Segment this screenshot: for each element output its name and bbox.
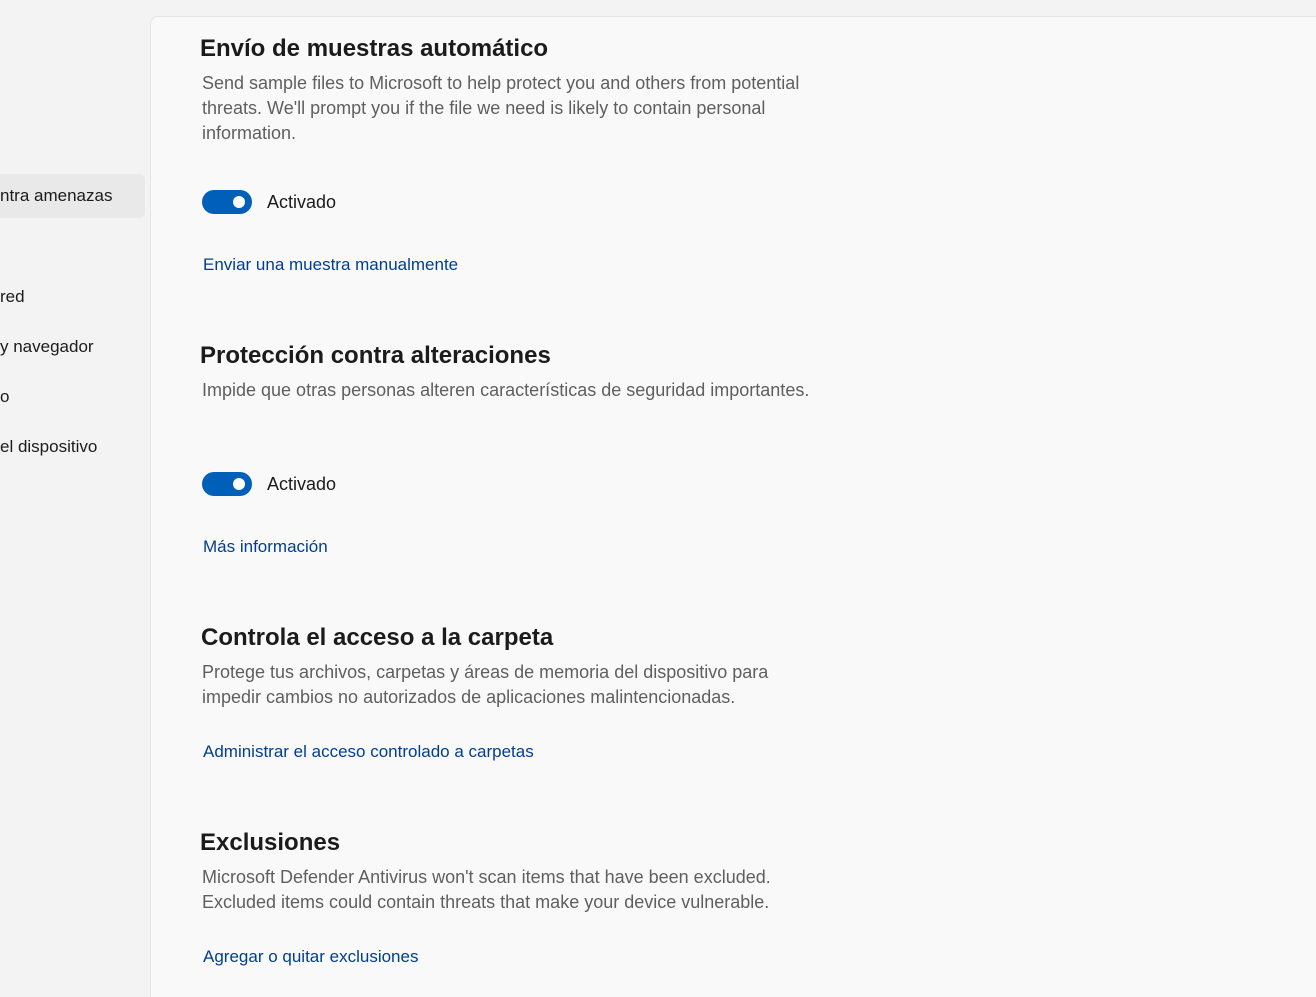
controlled-folder-access-section: Controla el acceso a la carpeta Protege … [201, 622, 821, 710]
submit-sample-manually-link[interactable]: Enviar una muestra manualmente [203, 255, 458, 275]
tamper-protection-toggle[interactable] [202, 472, 252, 496]
sample-submission-section: Envío de muestras automático Send sample… [200, 33, 820, 146]
sidebar-item-virus-threat-protection[interactable]: ntra amenazas [0, 174, 145, 218]
section-description: Protege tus archivos, carpetas y áreas d… [202, 662, 769, 707]
sidebar-item-app-browser-control[interactable]: y navegador [0, 325, 94, 369]
more-info-link[interactable]: Más información [203, 537, 328, 557]
sidebar-item-device-security[interactable]: o [0, 375, 9, 419]
section-title: Exclusiones [200, 829, 341, 856]
section-description: Send sample files to Microsoft to help p… [202, 73, 800, 143]
sidebar-item-firewall-network[interactable]: red [0, 275, 25, 319]
sidebar-item-device-performance[interactable]: el dispositivo [0, 425, 97, 469]
section-title: Controla el acceso a la carpeta [201, 624, 554, 651]
tamper-protection-section: Protección contra alteraciones Impide qu… [200, 340, 820, 403]
exclusions-section: Exclusiones Microsoft Defender Antivirus… [200, 827, 820, 915]
sidebar-item-label: ntra amenazas [0, 186, 113, 205]
section-title: Protección contra alteraciones [200, 342, 551, 369]
sidebar-nav: ntra amenazas red y navegador o el dispo… [0, 0, 150, 984]
sample-submission-toggle[interactable] [202, 190, 252, 214]
tamper-protection-toggle-row: Activado [202, 471, 336, 497]
manage-folder-access-link[interactable]: Administrar el acceso controlado a carpe… [203, 742, 534, 762]
toggle-knob [233, 196, 245, 208]
settings-content: Envío de muestras automático Send sample… [150, 16, 1316, 997]
add-remove-exclusions-link[interactable]: Agregar o quitar exclusiones [203, 947, 418, 967]
section-description: Impide que otras personas alteren caract… [202, 380, 810, 400]
sidebar-item-label: el dispositivo [0, 437, 98, 456]
sidebar-item-label: y navegador [0, 337, 94, 356]
toggle-state-label: Activado [267, 191, 337, 212]
section-title: Envío de muestras automático [200, 35, 549, 62]
toggle-knob [233, 478, 245, 490]
sidebar-item-label: red [0, 287, 25, 306]
toggle-state-label: Activado [267, 473, 337, 494]
sample-submission-toggle-row: Activado [202, 189, 336, 215]
sidebar-item-label: o [0, 387, 10, 406]
section-description: Microsoft Defender Antivirus won't scan … [202, 867, 771, 912]
